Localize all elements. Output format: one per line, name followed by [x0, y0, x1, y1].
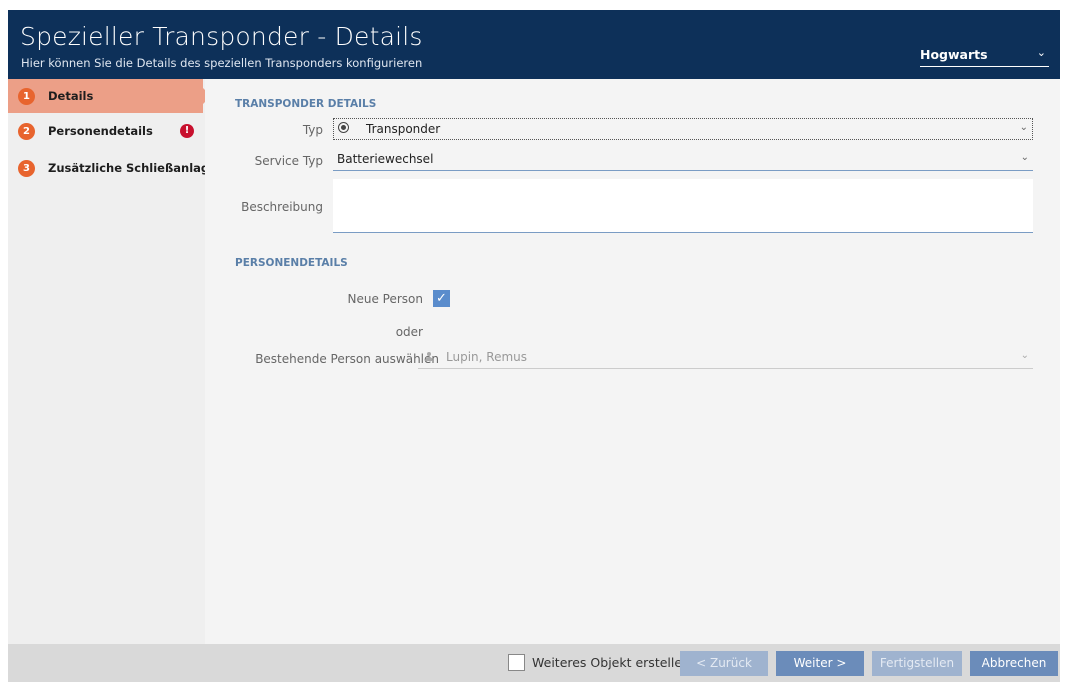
typ-value: Transponder — [366, 122, 441, 136]
service-typ-label: Service Typ — [254, 154, 323, 168]
typ-dropdown[interactable]: Transponder ⌄ — [333, 118, 1033, 140]
service-typ-dropdown[interactable]: Batteriewechsel ⌄ — [333, 149, 1033, 171]
next-button[interactable]: Weiter > — [776, 651, 864, 676]
step-label: Details — [48, 89, 94, 103]
step-number: 2 — [18, 123, 35, 140]
service-typ-value: Batteriewechsel — [337, 152, 434, 166]
step-number: 1 — [18, 88, 35, 105]
bestehende-person-dropdown[interactable]: Lupin, Remus ⌄ — [418, 347, 1033, 369]
site-dropdown-value: Hogwarts — [920, 47, 988, 62]
page-subtitle: Hier können Sie die Details des speziell… — [21, 56, 423, 70]
oder-label: oder — [395, 325, 423, 339]
wizard-steps: 1 Details 2 Personendetails ! 3 Zusätzli… — [8, 79, 225, 644]
chevron-down-icon: ⌄ — [1020, 152, 1029, 163]
cancel-button[interactable]: Abbrechen — [970, 651, 1058, 676]
transponder-icon — [338, 122, 349, 133]
header: Spezieller Transponder - Details Hier kö… — [8, 10, 1060, 79]
footer-bar: Weiteres Objekt erstellen < Zurück Weite… — [8, 644, 1060, 682]
bestehende-person-value: Lupin, Remus — [446, 350, 527, 364]
page-title: Spezieller Transponder - Details — [20, 22, 423, 51]
beschreibung-input[interactable] — [333, 179, 1033, 233]
site-dropdown[interactable]: Hogwarts ⌄ — [920, 45, 1049, 67]
section-transponder-details: TRANSPONDER DETAILS — [235, 98, 377, 110]
beschreibung-label: Beschreibung — [241, 200, 323, 214]
weiteres-objekt-checkbox[interactable] — [508, 654, 525, 671]
step-number: 3 — [18, 160, 35, 177]
bestehende-person-label: Bestehende Person auswählen — [255, 352, 439, 366]
dialog-window: Spezieller Transponder - Details Hier kö… — [8, 10, 1060, 682]
back-button[interactable]: < Zurück — [680, 651, 768, 676]
finish-button[interactable]: Fertigstellen — [872, 651, 962, 676]
step-details[interactable]: 1 Details — [8, 79, 211, 113]
step-label: Zusätzliche Schließanlagen — [48, 161, 226, 175]
neue-person-label: Neue Person — [347, 292, 424, 306]
section-personendetails: PERSONENDETAILS — [235, 257, 348, 269]
chevron-down-icon: ⌄ — [1036, 46, 1046, 59]
form-content: TRANSPONDER DETAILS Typ Transponder ⌄ Se… — [205, 79, 1060, 644]
weiteres-objekt-label: Weiteres Objekt erstellen — [532, 655, 690, 670]
step-personendetails[interactable]: 2 Personendetails ! — [8, 114, 205, 148]
typ-label: Typ — [302, 123, 323, 137]
step-zusaetzliche-schliessanlagen[interactable]: 3 Zusätzliche Schließanlagen — [8, 151, 225, 185]
chevron-down-icon: ⌄ — [1020, 350, 1029, 361]
neue-person-checkbox[interactable]: ✓ — [433, 290, 450, 307]
step-label: Personendetails — [48, 124, 153, 138]
person-icon — [424, 352, 434, 362]
chevron-down-icon: ⌄ — [1019, 122, 1028, 133]
alert-icon: ! — [180, 124, 194, 138]
